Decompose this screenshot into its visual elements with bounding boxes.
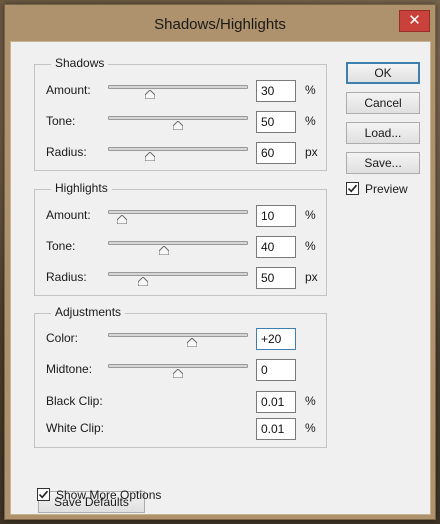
dialog-body: Shadows Amount: 30 % Tone: 50 % Radius: … — [10, 41, 431, 515]
row-label: White Clip: — [46, 421, 105, 435]
load-button[interactable]: Load... — [346, 122, 420, 144]
unit-label: % — [305, 208, 316, 222]
shadows-radius-input[interactable]: 60 — [256, 142, 296, 164]
slider-track — [108, 85, 248, 89]
row-label: Amount: — [46, 83, 91, 97]
adjustments-group: Adjustments Color: +20 Midtone: 0 Black … — [34, 305, 327, 448]
color-input[interactable]: +20 — [256, 328, 296, 350]
midtone-input[interactable]: 0 — [256, 359, 296, 381]
unit-label: % — [305, 83, 316, 97]
slider-thumb[interactable] — [173, 369, 183, 378]
midtone-slider[interactable] — [108, 364, 248, 378]
shadows-group: Shadows Amount: 30 % Tone: 50 % Radius: … — [34, 56, 327, 171]
show-more-options-checkbox[interactable] — [37, 488, 50, 501]
unit-label: % — [305, 421, 316, 435]
adjustments-black-clip-row: Black Clip: 0.01 % — [35, 391, 326, 413]
slider-thumb[interactable] — [138, 277, 148, 286]
preview-label: Preview — [365, 182, 408, 196]
shadows-amount-input[interactable]: 30 — [256, 80, 296, 102]
shadows-tone-row: Tone: 50 % — [35, 111, 326, 133]
slider-track — [108, 116, 248, 120]
row-label: Radius: — [46, 145, 87, 159]
checkmark-icon — [38, 490, 49, 499]
shadows-amount-row: Amount: 30 % — [35, 80, 326, 102]
shadows-amount-slider[interactable] — [108, 85, 248, 99]
adjustments-white-clip-row: White Clip: 0.01 % — [35, 418, 326, 440]
highlights-tone-row: Tone: 40 % — [35, 236, 326, 258]
slider-track — [108, 333, 248, 337]
row-label: Black Clip: — [46, 394, 103, 408]
checkmark-icon — [347, 184, 358, 193]
highlights-radius-row: Radius: 50 px — [35, 267, 326, 289]
row-label: Tone: — [46, 114, 76, 128]
adjustments-color-row: Color: +20 — [35, 328, 326, 350]
group-label-shadows: Shadows — [51, 56, 109, 70]
unit-label: px — [305, 270, 318, 284]
shadows-radius-row: Radius: 60 px — [35, 142, 326, 164]
shadows-tone-input[interactable]: 50 — [256, 111, 296, 133]
ok-button[interactable]: OK — [346, 62, 420, 84]
slider-track — [108, 364, 248, 368]
slider-track — [108, 241, 248, 245]
row-label: Color: — [46, 331, 79, 345]
unit-label: px — [305, 145, 318, 159]
white-clip-input[interactable]: 0.01 — [256, 418, 296, 440]
color-slider[interactable] — [108, 333, 248, 347]
shadows-highlights-dialog: Shadows/Highlights ✕ Shadows Amount: 30 … — [4, 4, 436, 520]
highlights-amount-slider[interactable] — [108, 210, 248, 224]
highlights-amount-row: Amount: 10 % — [35, 205, 326, 227]
highlights-radius-slider[interactable] — [108, 272, 248, 286]
highlights-group: Highlights Amount: 10 % Tone: 40 % Radiu… — [34, 181, 327, 296]
group-label-adjustments: Adjustments — [51, 305, 126, 319]
slider-thumb[interactable] — [173, 121, 183, 130]
highlights-radius-input[interactable]: 50 — [256, 267, 296, 289]
slider-thumb[interactable] — [187, 338, 197, 347]
slider-track — [108, 272, 248, 276]
show-more-options-label: Show More Options — [56, 488, 162, 502]
adjustments-midtone-row: Midtone: 0 — [35, 359, 326, 381]
cancel-button[interactable]: Cancel — [346, 92, 420, 114]
slider-track — [108, 210, 248, 214]
close-button[interactable]: ✕ — [399, 10, 430, 32]
slider-thumb[interactable] — [145, 152, 155, 161]
save-button[interactable]: Save... — [346, 152, 420, 174]
shadows-radius-slider[interactable] — [108, 147, 248, 161]
highlights-tone-slider[interactable] — [108, 241, 248, 255]
unit-label: % — [305, 394, 316, 408]
slider-thumb[interactable] — [145, 90, 155, 99]
preview-checkbox[interactable] — [346, 182, 359, 195]
slider-thumb[interactable] — [159, 246, 169, 255]
title-bar[interactable]: Shadows/Highlights ✕ — [5, 5, 435, 41]
row-label: Tone: — [46, 239, 76, 253]
highlights-tone-input[interactable]: 40 — [256, 236, 296, 258]
slider-track — [108, 147, 248, 151]
group-label-highlights: Highlights — [51, 181, 112, 195]
unit-label: % — [305, 114, 316, 128]
row-label: Midtone: — [46, 362, 93, 376]
row-label: Amount: — [46, 208, 91, 222]
slider-thumb[interactable] — [117, 215, 127, 224]
black-clip-input[interactable]: 0.01 — [256, 391, 296, 413]
unit-label: % — [305, 239, 316, 253]
dialog-title: Shadows/Highlights — [154, 16, 286, 33]
row-label: Radius: — [46, 270, 87, 284]
highlights-amount-input[interactable]: 10 — [256, 205, 296, 227]
shadows-tone-slider[interactable] — [108, 116, 248, 130]
close-icon: ✕ — [408, 12, 421, 29]
